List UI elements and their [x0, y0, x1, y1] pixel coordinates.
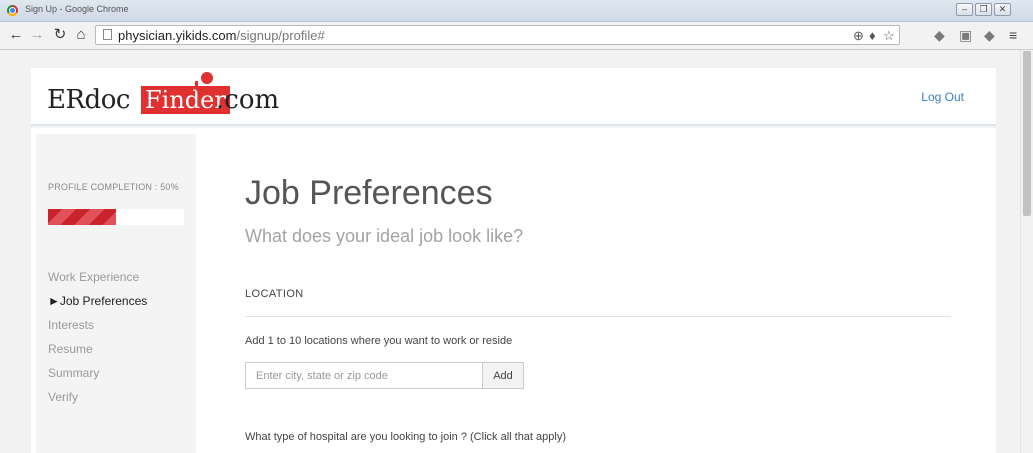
window-title: Sign Up - Google Chrome: [25, 4, 129, 14]
location-input[interactable]: [245, 362, 483, 389]
page-subtitle: What does your ideal job look like?: [245, 226, 524, 246]
step-job-preferences[interactable]: ►Job Preferences: [48, 289, 147, 313]
section-divider: [245, 316, 951, 317]
location-instruction: Add 1 to 10 locations where you want to …: [245, 335, 513, 347]
profile-progress-fill: [48, 209, 116, 225]
scrollbar-thumb[interactable]: [1023, 51, 1031, 216]
profile-completion-label: PROFILE COMPLETION : 50%: [48, 182, 179, 192]
site-header: ERdoc Finder .com Log Out: [31, 68, 996, 126]
profile-content: PROFILE COMPLETION : 50% Work Experience…: [31, 128, 996, 453]
maximize-button[interactable]: ❐: [975, 3, 992, 16]
logo-suffix: .com: [216, 85, 280, 115]
signup-steps: Work Experience ►Job Preferences Interes…: [48, 265, 147, 409]
url-text[interactable]: physician.yikids.com/signup/profile#: [118, 28, 325, 43]
minimize-button[interactable]: –: [956, 3, 973, 16]
chrome-logo-icon: [7, 5, 18, 16]
extension-icon[interactable]: ◆: [934, 27, 945, 44]
page-viewport: ERdoc Finder .com Log Out PROFILE COMPLE…: [0, 50, 1020, 453]
star-icon[interactable]: ☆: [883, 28, 895, 44]
stethoscope-icon: [195, 72, 213, 94]
close-window-button[interactable]: ✕: [994, 3, 1011, 16]
extension-icon[interactable]: ◆: [984, 27, 995, 44]
back-icon[interactable]: ←: [7, 26, 25, 44]
page-title: Job Preferences: [245, 174, 493, 212]
location-section-heading: LOCATION: [245, 288, 304, 300]
forward-icon[interactable]: →: [28, 26, 46, 44]
page-icon: [103, 29, 112, 40]
extension-icon[interactable]: ♦: [869, 28, 876, 43]
logout-link[interactable]: Log Out: [921, 90, 964, 104]
hospital-type-question: What type of hospital are you looking to…: [245, 431, 566, 443]
reload-icon[interactable]: ↻: [51, 26, 69, 44]
logo-prefix: ERdoc: [47, 85, 130, 115]
browser-toolbar: ← → ↻ ⌂ physician.yikids.com/signup/prof…: [0, 22, 1033, 50]
zoom-icon[interactable]: ⊕: [853, 28, 864, 44]
step-work-experience[interactable]: Work Experience: [48, 265, 147, 289]
address-bar[interactable]: physician.yikids.com/signup/profile# ⊕ ♦…: [95, 25, 900, 45]
step-interests[interactable]: Interests: [48, 313, 147, 337]
profile-sidebar: PROFILE COMPLETION : 50% Work Experience…: [36, 134, 196, 453]
step-summary[interactable]: Summary: [48, 361, 147, 385]
profile-progress-bar: [48, 209, 184, 225]
step-verify[interactable]: Verify: [48, 385, 147, 409]
page-scrollbar[interactable]: [1020, 50, 1033, 453]
menu-icon[interactable]: ≡: [1009, 27, 1017, 43]
step-resume[interactable]: Resume: [48, 337, 147, 361]
extension-icon[interactable]: ▣: [959, 27, 972, 44]
window-titlebar: Sign Up - Google Chrome – ❐ ✕: [0, 0, 1033, 22]
home-icon[interactable]: ⌂: [72, 26, 90, 44]
add-location-button[interactable]: Add: [482, 362, 524, 389]
